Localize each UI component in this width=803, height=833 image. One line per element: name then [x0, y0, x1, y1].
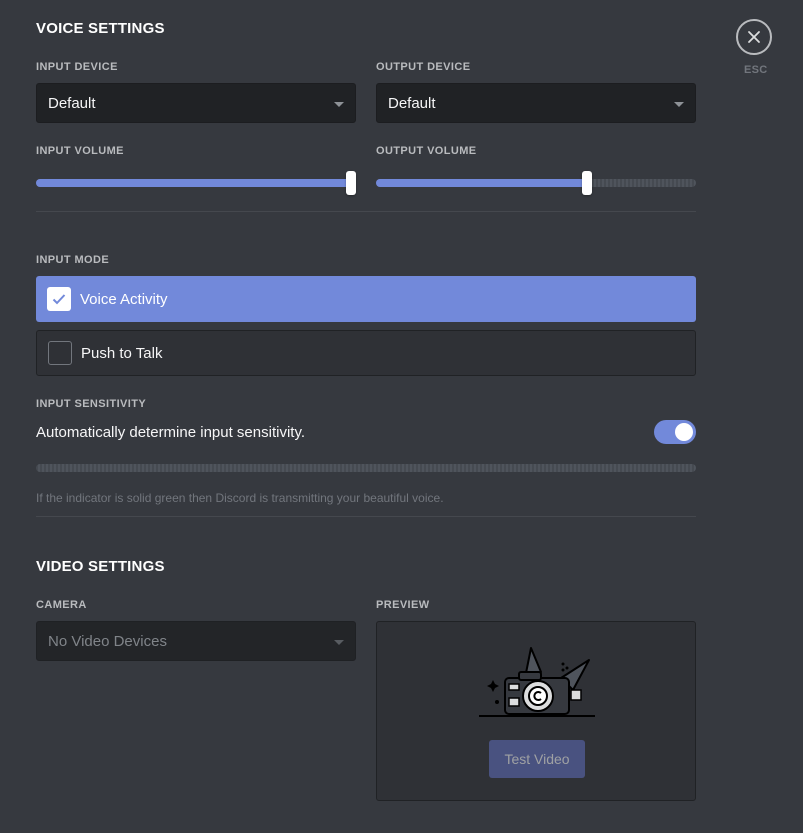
input-volume-fill — [36, 179, 356, 187]
video-preview: Test Video — [376, 621, 696, 801]
checkmark-icon — [52, 294, 66, 305]
divider — [36, 211, 696, 212]
output-volume-fill — [376, 179, 588, 187]
output-volume-handle[interactable] — [582, 171, 593, 195]
input-mode-label: INPUT MODE — [36, 254, 110, 266]
divider — [36, 516, 696, 517]
camera-illustration-icon — [479, 647, 595, 717]
input-volume-slider[interactable] — [36, 171, 356, 195]
checkbox-unchecked[interactable] — [48, 341, 72, 365]
input-mode-voice-activity[interactable]: Voice Activity — [36, 276, 696, 322]
output-volume-slider[interactable] — [376, 171, 696, 195]
video-settings-title: VIDEO SETTINGS — [36, 558, 165, 575]
camera-value: No Video Devices — [48, 632, 167, 650]
output-device-value: Default — [388, 94, 436, 112]
close-button[interactable] — [736, 19, 772, 55]
auto-sensitivity-label: Automatically determine input sensitivit… — [36, 424, 306, 441]
input-volume-label: INPUT VOLUME — [36, 145, 124, 157]
close-icon — [748, 31, 760, 43]
input-device-select[interactable]: Default — [36, 83, 356, 123]
input-device-label: INPUT DEVICE — [36, 61, 118, 73]
chevron-down-icon — [674, 102, 684, 107]
voice-settings-title: VOICE SETTINGS — [36, 20, 165, 37]
input-mode-push-to-talk[interactable]: Push to Talk — [36, 330, 696, 376]
sensitivity-meter — [36, 464, 696, 472]
input-sensitivity-label: INPUT SENSITIVITY — [36, 398, 147, 410]
push-to-talk-label: Push to Talk — [81, 344, 163, 362]
output-device-select[interactable]: Default — [376, 83, 696, 123]
preview-label: PREVIEW — [376, 599, 430, 611]
input-volume-handle[interactable] — [346, 171, 356, 195]
camera-select[interactable]: No Video Devices — [36, 621, 356, 661]
camera-label: CAMERA — [36, 599, 87, 611]
chevron-down-icon — [334, 640, 344, 645]
output-device-label: OUTPUT DEVICE — [376, 61, 471, 73]
toggle-knob — [675, 423, 693, 441]
esc-label: ESC — [744, 64, 768, 76]
voice-activity-label: Voice Activity — [80, 290, 168, 308]
sensitivity-hint: If the indicator is solid green then Dis… — [36, 491, 444, 505]
chevron-down-icon — [334, 102, 344, 107]
test-video-button[interactable]: Test Video — [489, 740, 585, 778]
output-volume-label: OUTPUT VOLUME — [376, 145, 477, 157]
checkbox-checked[interactable] — [47, 287, 71, 311]
auto-sensitivity-toggle[interactable] — [654, 420, 696, 444]
input-device-value: Default — [48, 94, 96, 112]
